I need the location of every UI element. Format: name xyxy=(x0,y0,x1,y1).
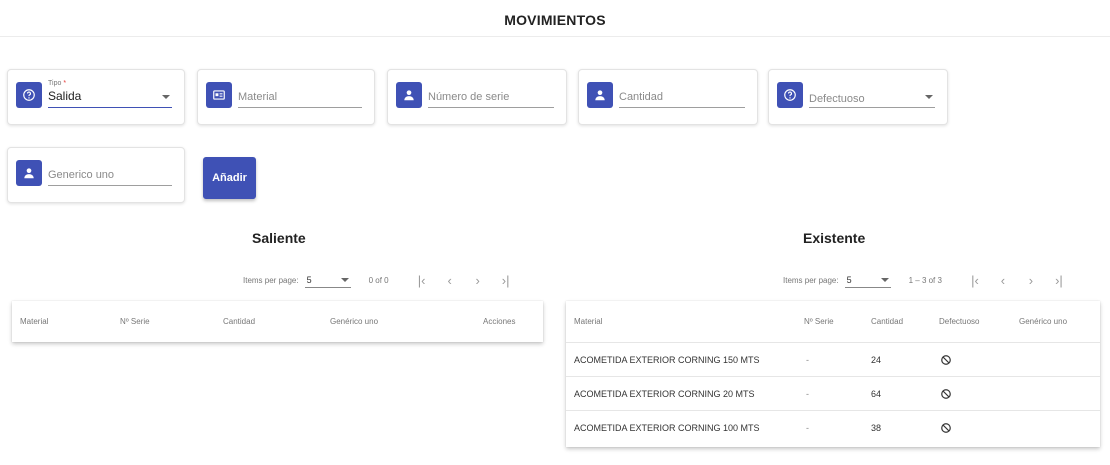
first-page-icon[interactable]: |‹ xyxy=(964,270,986,290)
ban-icon xyxy=(940,354,952,366)
person-icon xyxy=(396,82,422,108)
numero-serie-input[interactable]: Número de serie xyxy=(428,84,554,108)
page-size-select[interactable]: 5 xyxy=(844,272,891,288)
column-header[interactable]: Nº Serie xyxy=(804,317,834,326)
saliente-title: Saliente xyxy=(252,230,306,246)
items-per-page-label: Items per page: xyxy=(783,275,839,285)
last-page-icon[interactable]: ›| xyxy=(1048,270,1070,290)
tipo-label: Tipo * xyxy=(48,80,67,87)
existente-table: Material Nº Serie Cantidad Defectuoso Ge… xyxy=(566,301,1100,447)
previous-page-icon[interactable]: ‹ xyxy=(992,270,1014,290)
page-range: 1 – 3 of 3 xyxy=(908,275,942,285)
tipo-card: Tipo * Salida xyxy=(7,69,185,125)
tipo-select[interactable]: Tipo * Salida xyxy=(48,80,172,108)
tipo-value: Salida xyxy=(48,89,82,103)
material-cell: ACOMETIDA EXTERIOR CORNING 100 MTS xyxy=(574,423,760,433)
items-per-page-label: Items per page: xyxy=(243,275,299,285)
serie-cell: - xyxy=(806,389,809,399)
cantidad-cell: 24 xyxy=(871,355,882,365)
defectuoso-cell xyxy=(940,411,952,445)
generico-uno-card: Generico uno xyxy=(7,147,185,203)
column-header[interactable]: Material xyxy=(574,317,602,326)
column-header[interactable]: Acciones xyxy=(483,317,515,326)
help-circle-icon xyxy=(777,82,803,108)
column-header[interactable]: Defectuoso xyxy=(939,317,979,326)
cantidad-cell: 38 xyxy=(871,423,882,433)
table-row[interactable]: ACOMETIDA EXTERIOR CORNING 100 MTS - 38 xyxy=(566,410,1100,444)
header-divider xyxy=(0,36,1110,37)
column-header[interactable]: Material xyxy=(20,317,48,326)
generico-uno-input[interactable]: Generico uno xyxy=(48,162,172,186)
person-icon xyxy=(16,160,42,186)
person-icon xyxy=(587,82,613,108)
material-input[interactable]: Material xyxy=(238,84,362,108)
page-size-select[interactable]: 5 xyxy=(304,272,351,288)
column-header[interactable]: Genérico uno xyxy=(330,317,378,326)
next-page-icon[interactable]: › xyxy=(467,270,489,290)
defectuoso-card: Defectuoso xyxy=(768,69,948,125)
numero-serie-card: Número de serie xyxy=(387,69,567,125)
page-title: MOVIMIENTOS xyxy=(504,12,606,28)
material-cell: ACOMETIDA EXTERIOR CORNING 150 MTS xyxy=(574,355,760,365)
cantidad-cell: 64 xyxy=(871,389,882,399)
next-page-icon[interactable]: › xyxy=(1020,270,1042,290)
table-row[interactable]: ACOMETIDA EXTERIOR CORNING 150 MTS - 24 xyxy=(566,342,1100,376)
column-header[interactable]: Cantidad xyxy=(871,317,903,326)
id-card-icon xyxy=(206,82,232,108)
material-cell: ACOMETIDA EXTERIOR CORNING 20 MTS xyxy=(574,389,755,399)
column-header[interactable]: Nº Serie xyxy=(120,317,150,326)
saliente-table: Material Nº Serie Cantidad Genérico uno … xyxy=(12,301,543,342)
serie-cell: - xyxy=(806,355,809,365)
table-row[interactable]: ACOMETIDA EXTERIOR CORNING 20 MTS - 64 xyxy=(566,376,1100,410)
defectuoso-select[interactable]: Defectuoso xyxy=(809,84,935,108)
chevron-down-icon xyxy=(340,278,349,282)
ban-icon xyxy=(940,422,952,434)
chevron-down-icon xyxy=(880,278,889,282)
previous-page-icon[interactable]: ‹ xyxy=(439,270,461,290)
chevron-down-icon xyxy=(162,95,170,99)
cantidad-card: Cantidad xyxy=(578,69,758,125)
page-range: 0 of 0 xyxy=(368,275,389,285)
last-page-icon[interactable]: ›| xyxy=(495,270,517,290)
cantidad-input[interactable]: Cantidad xyxy=(619,84,745,108)
existente-title: Existente xyxy=(803,230,866,246)
column-header[interactable]: Genérico uno xyxy=(1019,317,1067,326)
material-card: Material xyxy=(197,69,375,125)
defectuoso-cell xyxy=(940,343,952,377)
ban-icon xyxy=(940,388,952,400)
serie-cell: - xyxy=(806,423,809,433)
help-circle-icon xyxy=(16,82,42,108)
add-button[interactable]: Añadir xyxy=(203,157,256,199)
chevron-down-icon xyxy=(925,95,933,99)
first-page-icon[interactable]: |‹ xyxy=(411,270,433,290)
defectuoso-cell xyxy=(940,377,952,411)
saliente-paginator: Items per page: 5 0 of 0 |‹ ‹ › ›| xyxy=(243,270,523,290)
existente-paginator: Items per page: 5 1 – 3 of 3 |‹ ‹ › ›| xyxy=(783,270,1076,290)
column-header[interactable]: Cantidad xyxy=(223,317,255,326)
